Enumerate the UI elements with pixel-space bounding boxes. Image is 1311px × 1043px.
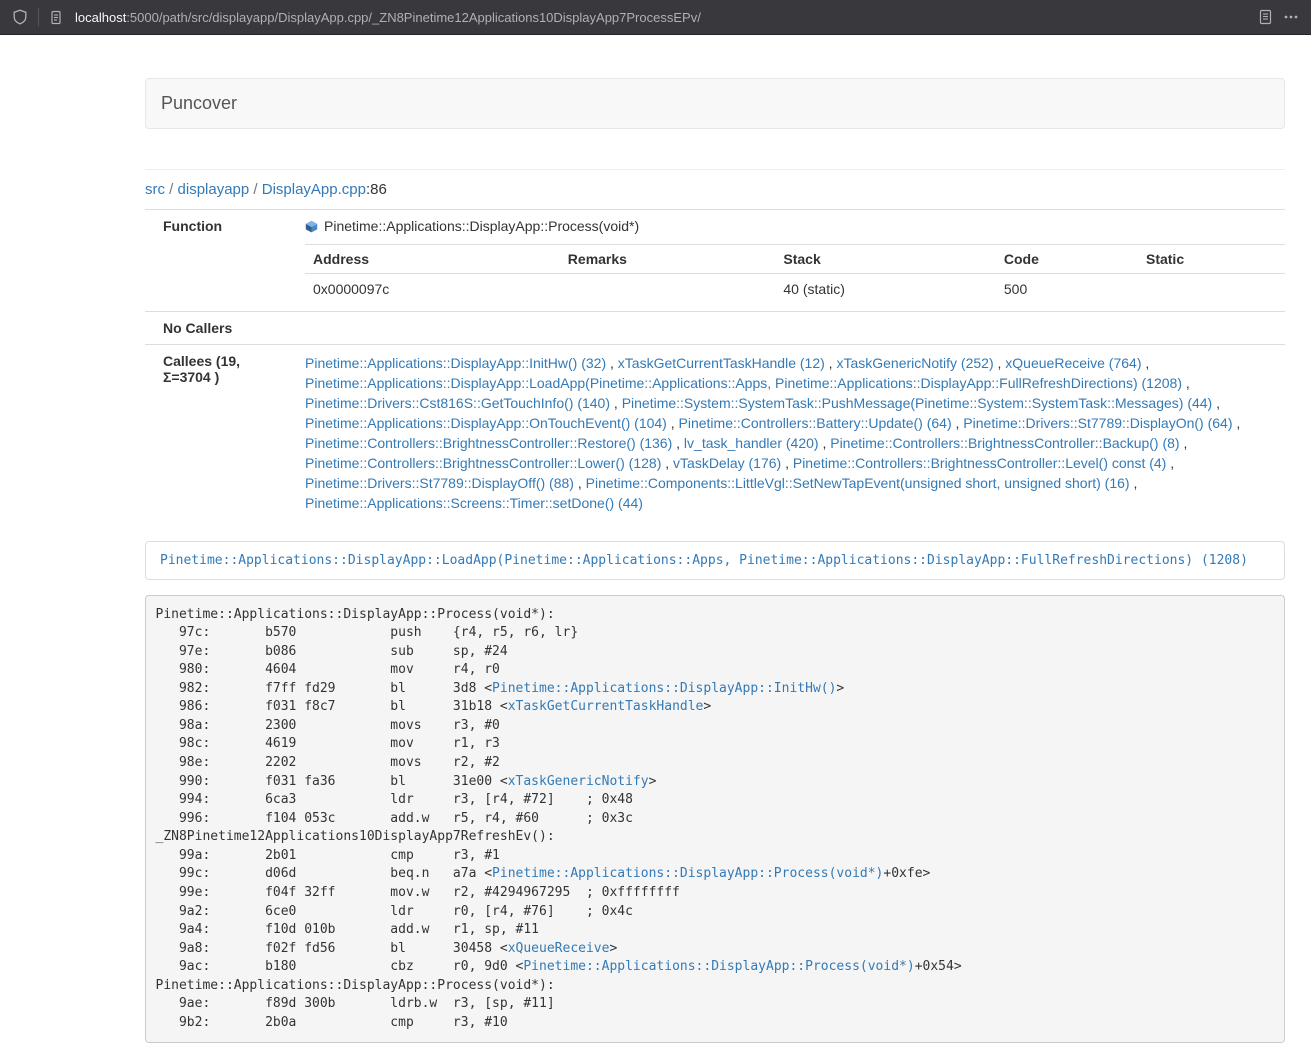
- disassembly-code-block: Pinetime::Applications::DisplayApp::Proc…: [145, 595, 1285, 1043]
- symbol-link[interactable]: Pinetime::Applications::DisplayApp::Proc…: [523, 959, 914, 974]
- breadcrumb-file-link[interactable]: DisplayApp.cpp: [262, 181, 366, 198]
- function-name-row: Pinetime::Applications::DisplayApp::Proc…: [305, 218, 1285, 235]
- symbol-link[interactable]: Pinetime::Applications::DisplayApp::Proc…: [492, 866, 883, 881]
- static-value: [1138, 274, 1285, 304]
- url-host: localhost: [75, 10, 126, 25]
- url-bar[interactable]: localhost:5000/path/src/displayapp/Displ…: [73, 10, 1248, 25]
- callee-separator: ,: [606, 355, 618, 371]
- callee-link[interactable]: Pinetime::Applications::DisplayApp::OnTo…: [305, 415, 667, 431]
- page-body: Puncover src / displayapp / DisplayApp.c…: [0, 35, 1311, 1043]
- callee-separator: ,: [1233, 415, 1241, 431]
- page-info-icon[interactable]: [49, 10, 63, 25]
- callee-separator: ,: [1212, 395, 1220, 411]
- remarks-value: [560, 274, 776, 304]
- column-header-remarks: Remarks: [560, 245, 776, 274]
- callee-link[interactable]: Pinetime::Components::LittleVgl::SetNewT…: [586, 475, 1130, 491]
- browser-toolbar: localhost:5000/path/src/displayapp/Displ…: [0, 0, 1311, 35]
- callee-separator: ,: [672, 435, 684, 451]
- breadcrumb-displayapp-link[interactable]: displayapp: [178, 181, 250, 198]
- callee-link[interactable]: Pinetime::Controllers::BrightnessControl…: [830, 435, 1179, 451]
- callee-link[interactable]: Pinetime::Drivers::St7789::DisplayOn() (…: [963, 415, 1232, 431]
- method-icon: [305, 220, 318, 233]
- callees-label: Callees (19, Σ=3704 ): [145, 345, 297, 522]
- function-row: Function Pinetime::Applications::Display…: [145, 210, 1285, 312]
- stats-header-row: Address Remarks Stack Code Static: [305, 245, 1285, 274]
- address-value: 0x0000097c: [305, 274, 560, 304]
- callee-separator: ,: [1182, 375, 1190, 391]
- callee-link[interactable]: Pinetime::Controllers::Battery::Update()…: [679, 415, 952, 431]
- callee-link[interactable]: vTaskDelay (176): [673, 455, 781, 471]
- callee-separator: ,: [994, 355, 1006, 371]
- reader-mode-icon[interactable]: [1258, 9, 1273, 25]
- selected-callee-box: Pinetime::Applications::DisplayApp::Load…: [145, 541, 1285, 580]
- line-number: :86: [366, 181, 387, 198]
- navbar: Puncover: [145, 78, 1285, 129]
- callee-link[interactable]: Pinetime::Applications::DisplayApp::Load…: [305, 375, 1182, 391]
- brand-link[interactable]: Puncover: [161, 93, 237, 114]
- tracking-protection-shield-icon[interactable]: [12, 9, 28, 25]
- callee-link[interactable]: Pinetime::Controllers::BrightnessControl…: [305, 435, 672, 451]
- callee-separator: ,: [610, 395, 622, 411]
- callee-separator: ,: [819, 435, 831, 451]
- callee-separator: ,: [952, 415, 964, 431]
- function-row-label: Function: [145, 210, 297, 312]
- separator-rule: [145, 169, 1285, 170]
- callee-separator: ,: [1141, 355, 1149, 371]
- callee-link[interactable]: xTaskGetCurrentTaskHandle (12): [618, 355, 825, 371]
- callee-separator: ,: [1166, 455, 1174, 471]
- no-callers-label: No Callers: [145, 312, 297, 345]
- breadcrumb-separator: /: [165, 181, 178, 198]
- no-callers-row: No Callers: [145, 312, 1285, 345]
- stack-value: 40 (static): [775, 274, 996, 304]
- breadcrumb-separator: /: [249, 181, 262, 198]
- column-header-code: Code: [996, 245, 1138, 274]
- callee-separator: ,: [781, 455, 793, 471]
- callee-separator: ,: [825, 355, 837, 371]
- toolbar-divider: [38, 8, 39, 26]
- breadcrumb: src / displayapp / DisplayApp.cpp:86: [145, 180, 1285, 200]
- callees-row: Callees (19, Σ=3704 ) Pinetime::Applicat…: [145, 345, 1285, 522]
- callee-separator: ,: [1180, 435, 1188, 451]
- function-info-table: Function Pinetime::Applications::Display…: [145, 209, 1285, 521]
- symbol-link[interactable]: xQueueReceive: [508, 941, 610, 956]
- callee-link[interactable]: Pinetime::System::SystemTask::PushMessag…: [622, 395, 1213, 411]
- symbol-link[interactable]: xTaskGetCurrentTaskHandle: [508, 699, 704, 714]
- callee-link[interactable]: Pinetime::Controllers::BrightnessControl…: [793, 455, 1166, 471]
- callee-separator: ,: [1130, 475, 1138, 491]
- function-name: Pinetime::Applications::DisplayApp::Proc…: [324, 218, 639, 235]
- callees-list: Pinetime::Applications::DisplayApp::Init…: [305, 353, 1285, 513]
- symbol-link[interactable]: xTaskGenericNotify: [508, 774, 649, 789]
- callee-separator: ,: [661, 455, 673, 471]
- callee-link[interactable]: xQueueReceive (764): [1005, 355, 1141, 371]
- callee-link[interactable]: Pinetime::Drivers::St7789::DisplayOff() …: [305, 475, 574, 491]
- page-actions-menu-icon[interactable]: [1283, 9, 1299, 25]
- selected-callee-link[interactable]: Pinetime::Applications::DisplayApp::Load…: [160, 553, 1248, 568]
- column-header-stack: Stack: [775, 245, 996, 274]
- symbol-link[interactable]: Pinetime::Applications::DisplayApp::Init…: [492, 681, 836, 696]
- callee-link[interactable]: Pinetime::Applications::DisplayApp::Init…: [305, 355, 606, 371]
- url-path: :5000/path/src/displayapp/DisplayApp.cpp…: [126, 10, 701, 25]
- code-value: 500: [996, 274, 1138, 304]
- callee-link[interactable]: Pinetime::Controllers::BrightnessControl…: [305, 455, 661, 471]
- callee-separator: ,: [667, 415, 679, 431]
- callee-link[interactable]: xTaskGenericNotify (252): [836, 355, 993, 371]
- callee-link[interactable]: lv_task_handler (420): [684, 435, 819, 451]
- column-header-address: Address: [305, 245, 560, 274]
- breadcrumb-src-link[interactable]: src: [145, 181, 165, 198]
- callee-link[interactable]: Pinetime::Applications::Screens::Timer::…: [305, 495, 643, 511]
- stats-value-row: 0x0000097c 40 (static) 500: [305, 274, 1285, 304]
- function-stats-table: Address Remarks Stack Code Static 0x0000…: [305, 244, 1285, 303]
- column-header-static: Static: [1138, 245, 1285, 274]
- callee-separator: ,: [574, 475, 586, 491]
- callee-link[interactable]: Pinetime::Drivers::Cst816S::GetTouchInfo…: [305, 395, 610, 411]
